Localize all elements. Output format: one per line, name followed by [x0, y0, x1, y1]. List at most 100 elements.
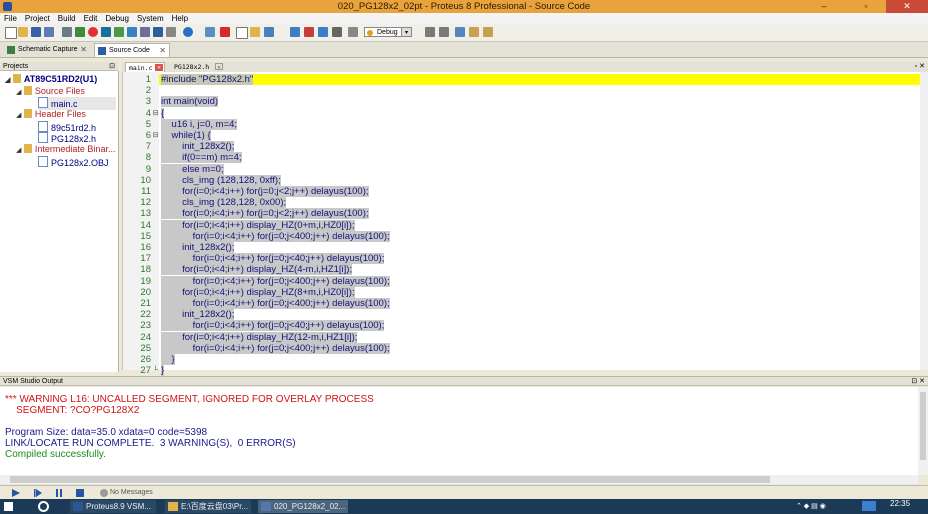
code-line[interactable]: for(i=0;i<4;i++) display_HZ(4-m,i,HZ1[i]… — [161, 264, 353, 276]
code-line[interactable]: { — [161, 107, 165, 119]
editor-vertical-scrollbar[interactable] — [920, 72, 928, 370]
code-line[interactable]: init_128x2(); — [161, 242, 235, 253]
tab-pg128x2-h[interactable]: PG128x2.h ✕ — [170, 62, 224, 72]
code-line[interactable]: for(i=0;i<4;i++) for(j=0;j<40;j++) delay… — [161, 253, 385, 265]
menu-system[interactable]: System — [133, 13, 168, 24]
code-line[interactable]: u16 i, j=0, m=4; — [161, 118, 238, 130]
minimize-button[interactable]: – — [804, 0, 844, 13]
component-icon[interactable] — [101, 27, 111, 37]
pin-icon[interactable]: ⊡ ✕ — [911, 377, 925, 387]
code-line[interactable]: int main(void) — [161, 96, 219, 108]
save-icon[interactable] — [31, 27, 41, 37]
code-line[interactable]: if(0==m) m=4; — [161, 152, 242, 164]
tree-group-intermediate-binaries[interactable]: ◢ Intermediate Binar... — [16, 144, 115, 156]
bom-icon[interactable] — [140, 27, 150, 37]
tab-source-code[interactable]: Source Code ✕ — [94, 43, 170, 57]
code-line[interactable]: for(i=0;i<4;i++) for(j=0;j<400;j++) dela… — [161, 342, 390, 354]
copy-icon[interactable] — [469, 27, 479, 37]
menu-file[interactable]: File — [0, 13, 21, 24]
compile-icon[interactable] — [318, 27, 328, 37]
code-editor[interactable]: 1 2 3 4 ⊟ 5 6 ⊟ 7 8 9 10 11 12 13 14 15 16 17 18 19 20 21 22 23 2… — [122, 72, 921, 377]
tab-schematic-capture[interactable]: Schematic Capture ✕ — [4, 43, 90, 57]
output-horizontal-scrollbar[interactable] — [0, 475, 918, 484]
source-code-icon[interactable] — [153, 27, 163, 37]
fold-toggle-icon[interactable]: ⊟ — [152, 108, 159, 119]
settings-icon[interactable] — [348, 27, 358, 37]
collapse-icon[interactable]: ◢ — [16, 112, 21, 119]
output-vertical-scrollbar[interactable] — [918, 387, 928, 475]
step-icon[interactable] — [34, 489, 42, 497]
stop-icon[interactable] — [88, 27, 98, 37]
menu-project[interactable]: Project — [21, 13, 54, 24]
collapse-icon[interactable]: ◢ — [16, 147, 21, 154]
maximize-button[interactable]: ▫ — [846, 0, 886, 13]
build-icon[interactable] — [290, 27, 300, 37]
code-line[interactable]: while(1) { — [161, 130, 211, 141]
collapse-icon[interactable]: ◢ — [16, 89, 21, 96]
tree-file-pg128x2-obj[interactable]: PG128x2.OBJ — [38, 156, 109, 169]
code-line[interactable]: } — [161, 354, 175, 365]
menu-edit[interactable]: Edit — [80, 13, 102, 24]
code-line[interactable]: #include "PG128x2.h" — [161, 74, 254, 85]
close-icon[interactable]: ✕ — [80, 43, 87, 57]
close-icon[interactable]: ✕ — [159, 44, 166, 58]
taskbar-item-word[interactable]: Proteus8.9 VSM... — [70, 500, 156, 513]
gerber-icon[interactable] — [127, 27, 137, 37]
close-button[interactable]: ✕ — [886, 0, 928, 13]
pause-icon[interactable] — [55, 489, 63, 497]
code-line[interactable]: for(i=0;i<4;i++) for(j=0;j<400;j++) dela… — [161, 298, 390, 309]
pcb-icon[interactable] — [114, 27, 124, 37]
add-file-icon[interactable] — [250, 27, 260, 37]
code-line[interactable]: cls_img (128,128, 0x00); — [161, 197, 287, 209]
messages-status[interactable]: No Messages — [110, 486, 153, 500]
taskbar-item-explorer[interactable]: E:\百度云盘03\Pr... — [165, 500, 251, 513]
design-explorer-icon[interactable] — [166, 27, 176, 37]
schematic-icon[interactable] — [75, 27, 85, 37]
close-icon[interactable]: ✕ — [155, 64, 163, 71]
clean-icon[interactable] — [332, 27, 342, 37]
code-line[interactable]: for(i=0;i<4;i++) for(j=0;j<400;j++) dela… — [161, 275, 390, 287]
delete-icon[interactable] — [220, 27, 230, 37]
new-project-file-icon[interactable] — [236, 27, 248, 39]
code-line[interactable]: cls_img (128,128, 0xff); — [161, 174, 281, 186]
code-line[interactable]: for(i=0;i<4;i++) display_HZ(0+m,i,HZ0[i]… — [161, 219, 355, 231]
tray-icons[interactable]: ⌃ ◆ ▤ ◉ — [796, 503, 856, 510]
menu-build[interactable]: Build — [54, 13, 80, 24]
redo-icon[interactable] — [439, 27, 449, 37]
project-root[interactable]: ◢ AT89C51RD2(U1) — [5, 74, 97, 86]
tree-group-header-files[interactable]: ◢ Header Files — [16, 109, 86, 121]
code-line[interactable]: for(i=0;i<4;i++) display_HZ(8+m,i,HZ0[i]… — [161, 286, 355, 298]
windows-start-icon[interactable] — [4, 502, 13, 511]
scroll-thumb[interactable] — [10, 476, 770, 483]
close-icon[interactable]: ✕ — [215, 63, 223, 71]
code-line[interactable]: init_128x2(); — [161, 309, 235, 321]
play-icon[interactable] — [12, 489, 20, 497]
stop-icon[interactable] — [76, 489, 84, 497]
code-line[interactable]: for(i=0;i<4;i++) display_HZ(12-m,i,HZ1[i… — [161, 331, 358, 343]
scroll-thumb[interactable] — [920, 392, 926, 460]
properties-icon[interactable] — [264, 27, 274, 37]
save-all-icon[interactable] — [44, 27, 54, 37]
refresh-icon[interactable] — [205, 27, 215, 37]
help-icon[interactable] — [183, 27, 193, 37]
import-icon[interactable] — [62, 27, 72, 37]
cut-icon[interactable] — [455, 27, 465, 37]
code-line[interactable]: init_128x2(); — [161, 141, 235, 153]
search-icon[interactable] — [38, 501, 49, 512]
taskbar-item-proteus[interactable]: 020_PG128x2_02... — [258, 500, 348, 513]
code-line[interactable]: for(i=0;i<4;i++) for(j=0;j<400;j++) dela… — [161, 230, 390, 242]
code-line[interactable]: } — [161, 365, 165, 377]
fold-toggle-icon[interactable]: ⊟ — [152, 130, 159, 141]
build-config-select[interactable]: Debug ▾ — [364, 27, 412, 37]
open-folder-icon[interactable] — [18, 27, 28, 37]
window-menu-icon[interactable]: ▫ ✕ — [915, 62, 925, 70]
menu-debug[interactable]: Debug — [101, 13, 133, 24]
code-line[interactable]: else m=0; — [161, 163, 224, 175]
rebuild-icon[interactable] — [304, 27, 314, 37]
undo-icon[interactable] — [425, 27, 435, 37]
fold-toggle-icon[interactable]: └ — [152, 365, 159, 376]
code-line[interactable]: for(i=0;i<4;i++) for(j=0;j<2;j++) delayu… — [161, 208, 369, 220]
code-line[interactable]: for(i=0;i<4;i++) for(j=0;j<40;j++) delay… — [161, 320, 385, 332]
pin-icon[interactable]: ⊡ — [109, 62, 115, 71]
menu-help[interactable]: Help — [168, 13, 192, 24]
